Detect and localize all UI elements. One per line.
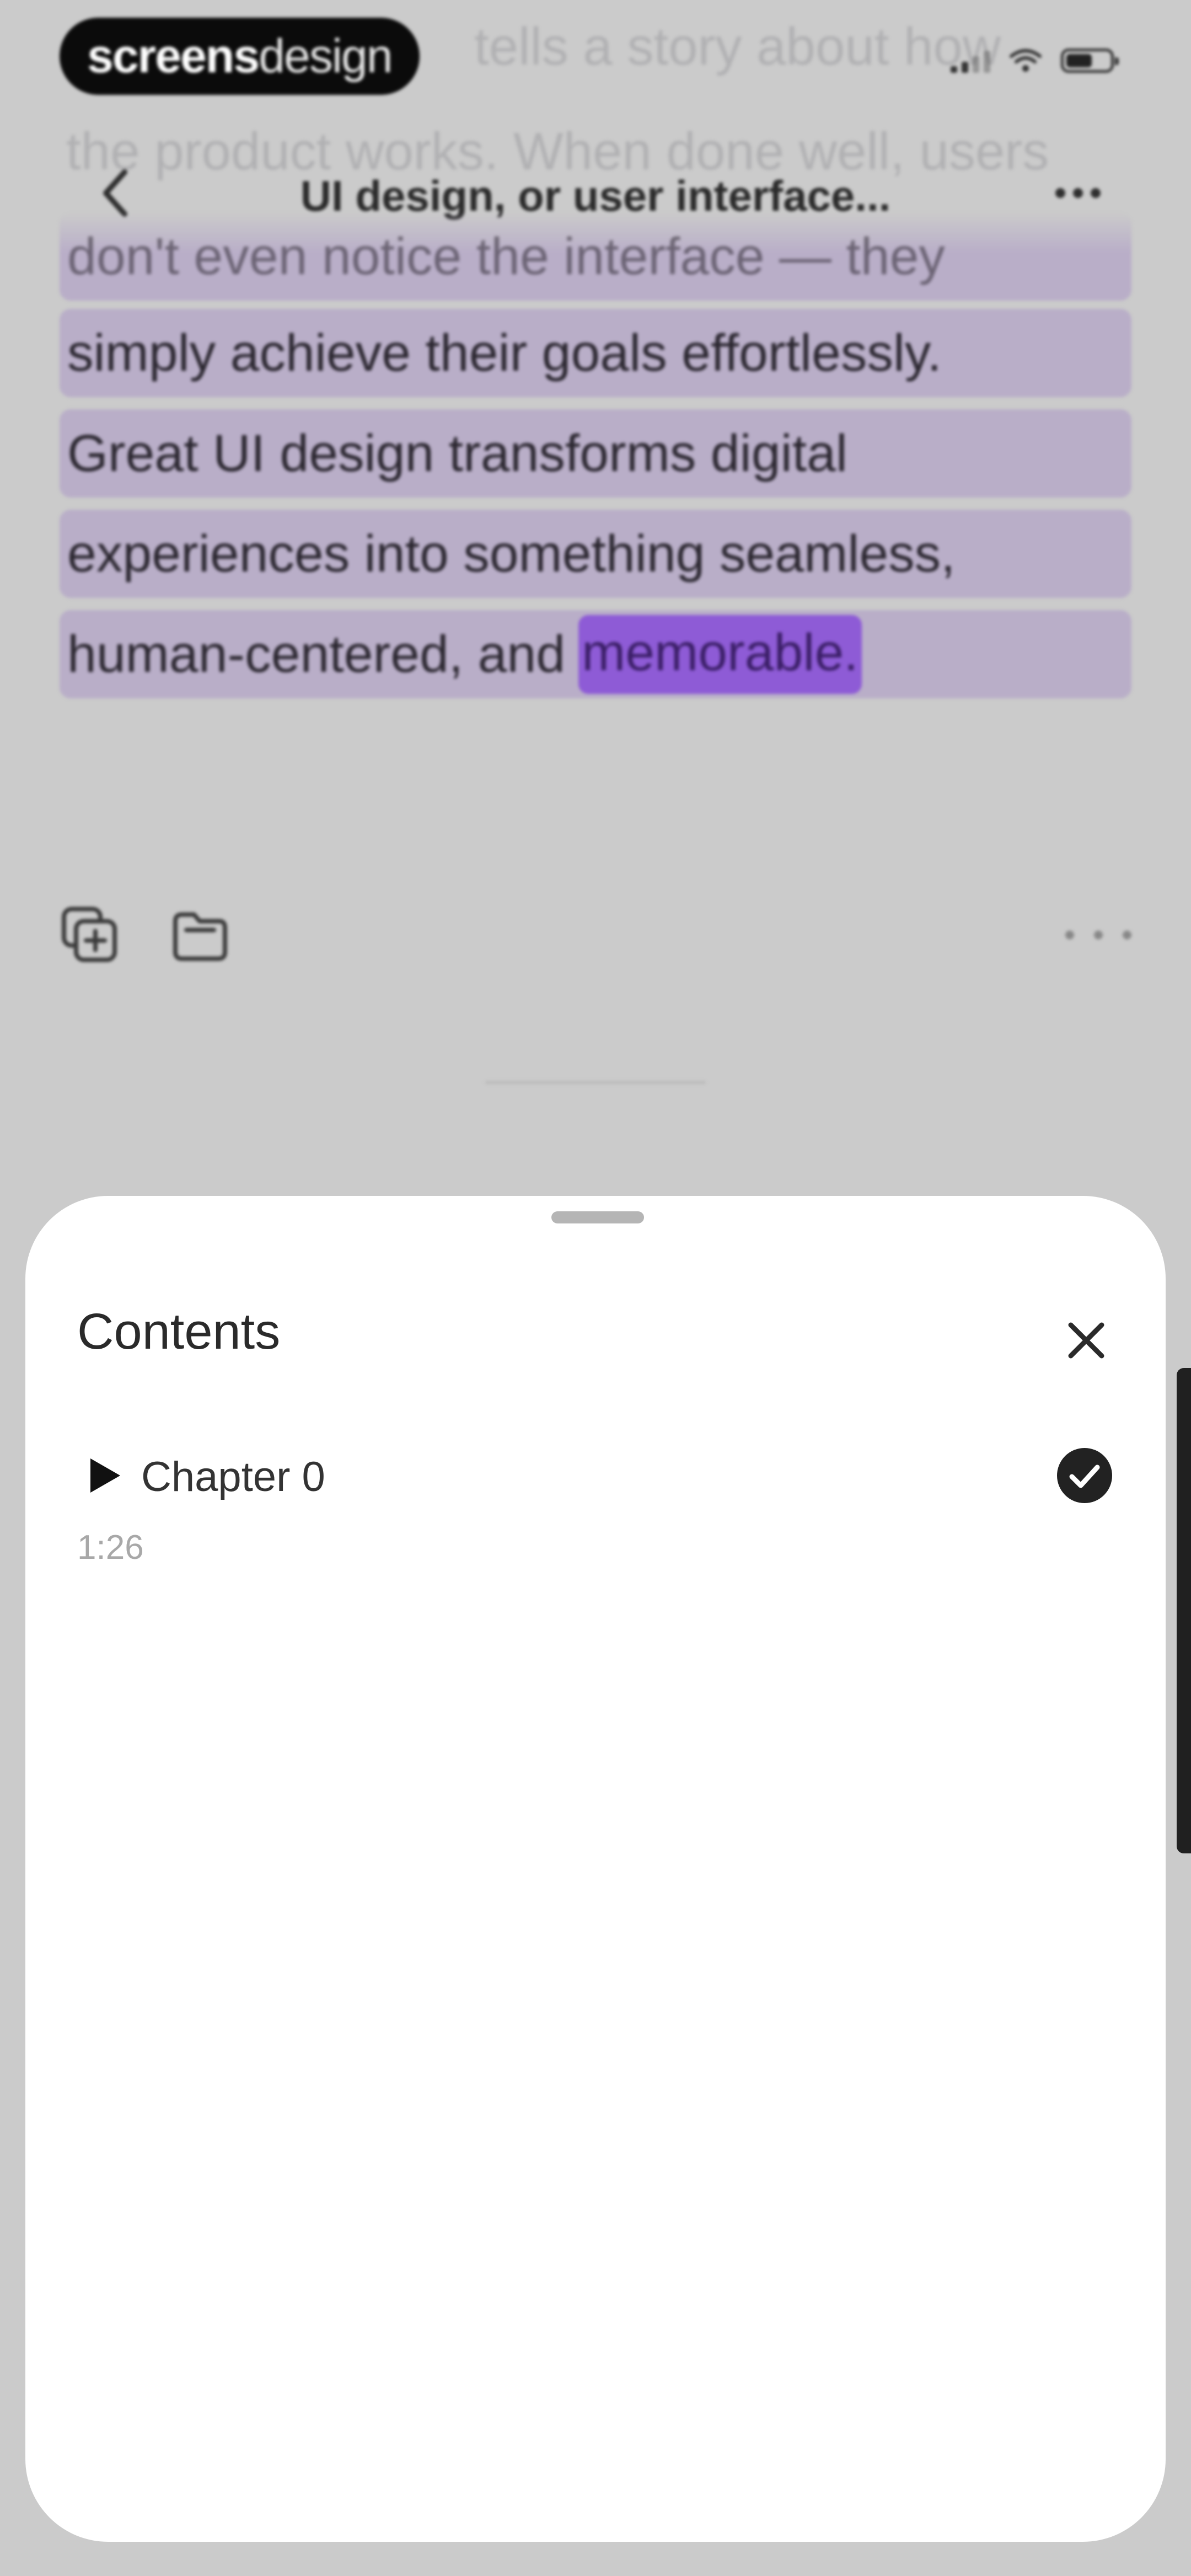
battery-icon	[1061, 49, 1119, 73]
contents-sheet	[25, 1196, 1166, 2542]
highlighted-text-line: don't even notice the interface — they	[60, 212, 1131, 301]
sheet-grabber[interactable]	[551, 1211, 644, 1223]
close-button[interactable]	[1053, 1307, 1119, 1373]
play-icon	[90, 1458, 120, 1493]
sheet-title: Contents	[77, 1303, 281, 1360]
more-options-button[interactable]	[1048, 177, 1108, 210]
wifi-icon	[1010, 49, 1042, 72]
faded-text-line: tells a story about how	[474, 17, 1001, 76]
watermark-bold: screens	[87, 29, 260, 83]
copy-plus-icon	[62, 907, 117, 962]
text-segment: human-centered, and	[67, 624, 566, 683]
highlighted-text-line: experiences into something seamless,	[60, 510, 1131, 598]
watermark-logo: screens design	[60, 18, 420, 95]
scroll-indicator[interactable]	[1177, 1368, 1191, 1853]
watermark-light: design	[259, 29, 393, 83]
folder-save-icon	[173, 912, 227, 961]
chapter-duration: 1:26	[77, 1529, 144, 1567]
highlighted-text-line: human-centered, and memorable.	[60, 610, 1131, 698]
status-bar	[951, 49, 1119, 73]
chapter-item[interactable]: Chapter 0	[77, 1440, 1114, 1511]
close-icon	[1068, 1322, 1104, 1359]
ellipsis-icon	[1065, 931, 1074, 939]
save-button[interactable]	[170, 905, 230, 965]
active-word[interactable]: memorable.	[578, 614, 862, 694]
divider	[485, 1081, 706, 1084]
copy-button[interactable]	[60, 905, 120, 965]
screen: tells a story about how the product work…	[0, 0, 1191, 2576]
highlighted-text-line: Great UI design transforms digital	[60, 409, 1131, 498]
ellipsis-icon	[1055, 188, 1065, 198]
signal-icon	[951, 49, 990, 73]
check-circle-icon	[1057, 1448, 1112, 1503]
action-bar	[60, 905, 1131, 971]
highlighted-text-line: simply achieve their goals effortlessly.	[60, 309, 1131, 397]
reader-backdrop[interactable]: tells a story about how the product work…	[0, 0, 1191, 1214]
more-actions-button[interactable]	[1065, 921, 1131, 949]
chapter-label: Chapter 0	[141, 1453, 325, 1500]
